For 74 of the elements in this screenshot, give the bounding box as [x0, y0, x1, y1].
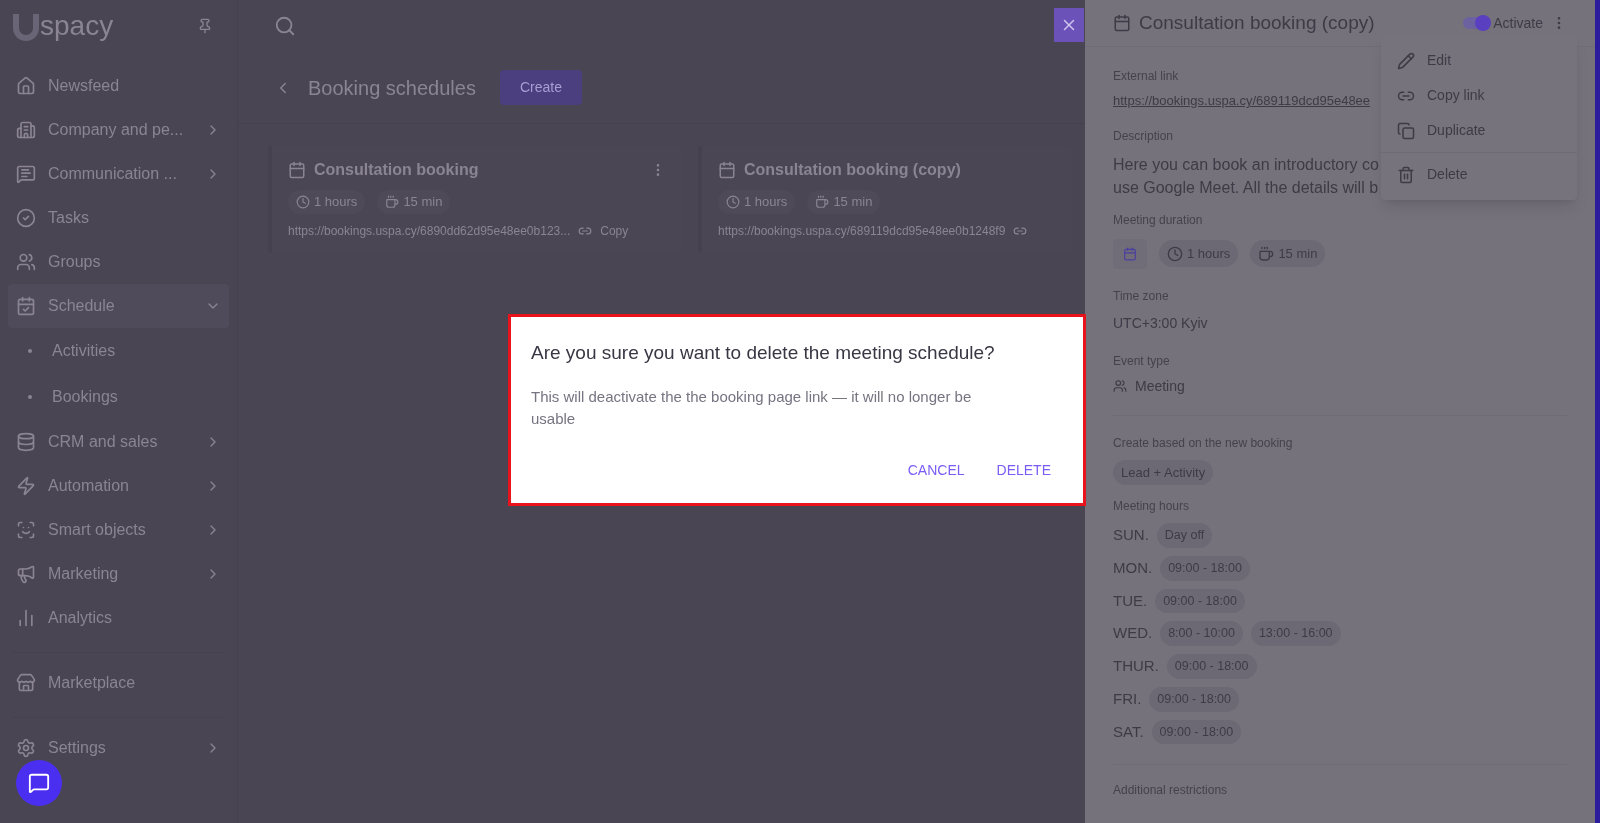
- copy-icon: [1397, 121, 1415, 140]
- database-icon: [16, 432, 36, 452]
- card-title: Consultation booking: [314, 160, 480, 180]
- sidebar-item[interactable]: Automation: [8, 464, 229, 508]
- card-title: Consultation booking (copy): [744, 160, 962, 180]
- chat-icon: [16, 164, 36, 184]
- day-label: SAT.: [1113, 721, 1144, 742]
- menu-item[interactable]: Edit: [1381, 43, 1577, 78]
- sidebar-item[interactable]: Communication ...: [8, 152, 229, 196]
- chat-button[interactable]: [16, 760, 62, 806]
- chat-icon: [28, 772, 50, 794]
- users-icon: [16, 252, 36, 272]
- sidebar-item[interactable]: Newsfeed: [8, 64, 229, 108]
- search-icon[interactable]: [274, 15, 296, 37]
- logo-icon: [12, 11, 40, 41]
- megaphone-icon: [16, 564, 36, 584]
- activate-switch[interactable]: [1463, 17, 1490, 29]
- cancel-button[interactable]: CANCEL: [895, 456, 977, 485]
- day-label: THUR.: [1113, 656, 1159, 677]
- menu-item[interactable]: Copy link: [1381, 78, 1577, 113]
- day-label: SUN.: [1113, 525, 1149, 546]
- clock-icon: [296, 194, 310, 209]
- scan-icon: [16, 520, 36, 540]
- delete-button[interactable]: DELETE: [984, 456, 1063, 485]
- pin-icon[interactable]: [197, 18, 213, 34]
- house-icon: [16, 76, 36, 96]
- settings-icon: [16, 738, 36, 758]
- copy-link[interactable]: Copy: [600, 221, 629, 240]
- logo-text: spacy: [40, 12, 114, 40]
- sidebar-item[interactable]: Tasks: [8, 196, 229, 240]
- dialog-title: Are you sure you want to delete the meeting schedule?: [531, 341, 996, 365]
- chart-icon: [16, 608, 36, 628]
- clock-icon: [1167, 245, 1183, 262]
- lightning-icon: [16, 476, 36, 496]
- cup-icon: [815, 194, 830, 209]
- booking-link[interactable]: https://bookings.uspa.cy/6890dd62d95e48ee0b123...: [288, 221, 571, 240]
- sidebar-item[interactable]: Company and pe...: [8, 108, 229, 152]
- cup-icon: [1258, 245, 1275, 262]
- sidebar-subitem[interactable]: Bookings: [8, 374, 229, 420]
- cup-icon: [385, 194, 400, 209]
- dialog-message: This will deactivate the the booking page link — it will no longer be usable: [531, 386, 973, 429]
- sidebar-item[interactable]: Marketplace: [8, 661, 229, 705]
- calendar-icon: [1113, 14, 1131, 32]
- day-label: WED.: [1113, 623, 1153, 644]
- clock-icon: [726, 194, 740, 209]
- building-icon: [16, 120, 36, 140]
- calendar-icon: [718, 161, 736, 179]
- menu-item[interactable]: Delete: [1381, 157, 1577, 192]
- check-circle-icon: [16, 208, 36, 228]
- sidebar-item[interactable]: Analytics: [8, 596, 229, 640]
- sidebar-item[interactable]: Smart objects: [8, 508, 229, 552]
- trash-icon: [1397, 165, 1415, 184]
- duration-chip: 1 hours: [288, 190, 366, 214]
- calendar-icon: [16, 296, 36, 316]
- booking-link[interactable]: https://bookings.uspa.cy/689119dcd95e48ee0b1248f9: [718, 221, 1006, 240]
- pencil-icon: [1397, 51, 1415, 70]
- page-title: Booking schedules: [308, 75, 476, 101]
- calendar-icon: [1123, 246, 1137, 261]
- sidebar-item[interactable]: Settings: [8, 726, 229, 770]
- day-label: MON.: [1113, 557, 1153, 578]
- sidebar-item[interactable]: CRM and sales: [8, 420, 229, 464]
- activate-label: Activate: [1493, 13, 1543, 33]
- duration-chip: 1 hours: [718, 190, 796, 214]
- close-button[interactable]: [1054, 8, 1084, 42]
- panel-title: Consultation booking (copy): [1139, 10, 1376, 35]
- menu-item[interactable]: Duplicate: [1381, 113, 1577, 148]
- external-link[interactable]: https://bookings.uspa.cy/689119dcd95e48ee: [1113, 91, 1371, 111]
- create-button[interactable]: Create: [499, 70, 582, 105]
- store-icon: [16, 673, 36, 693]
- sidebar-subitem[interactable]: Activities: [8, 328, 229, 374]
- calendar-icon: [288, 161, 306, 179]
- sidebar-item[interactable]: Marketing: [8, 552, 229, 596]
- sidebar-item[interactable]: Groups: [8, 240, 229, 284]
- users-icon: [1113, 379, 1127, 393]
